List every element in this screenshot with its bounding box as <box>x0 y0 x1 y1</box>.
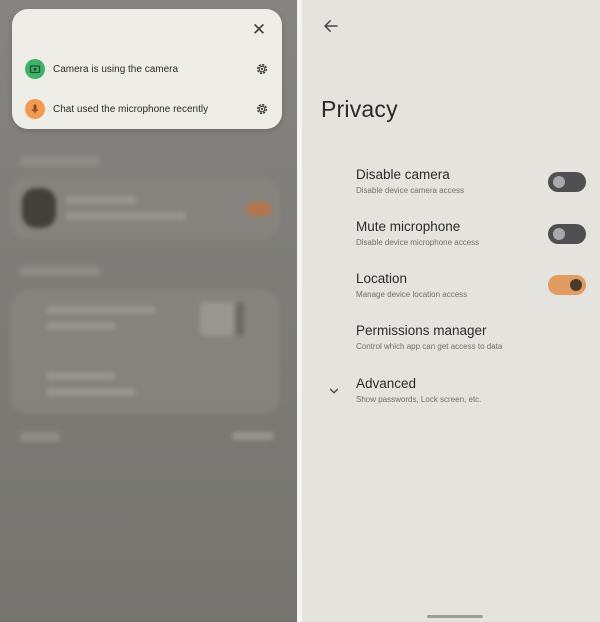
gear-icon[interactable] <box>254 61 270 77</box>
popup-item-text: Chat used the microphone recently <box>53 103 209 115</box>
page-title: Privacy <box>321 96 398 122</box>
toggle-knob <box>570 279 582 291</box>
blurred-line <box>46 306 156 314</box>
popup-item-microphone[interactable]: Chat used the microphone recently <box>25 98 270 120</box>
blurred-thumbnail <box>236 302 244 336</box>
blurred-line <box>46 372 116 380</box>
microphone-icon <box>31 104 39 114</box>
privacy-settings-screen: Privacy Disable camera Disable device ca… <box>302 0 600 622</box>
close-icon[interactable]: ✕ <box>250 21 268 39</box>
blurred-heading <box>20 156 100 166</box>
location-toggle[interactable] <box>548 275 586 295</box>
blurred-line <box>232 432 274 440</box>
blurred-line <box>66 212 186 220</box>
blurred-pill <box>246 202 272 216</box>
toggle-knob <box>553 228 565 240</box>
blurred-line <box>66 196 136 204</box>
camera-badge <box>25 59 45 79</box>
gear-icon[interactable] <box>254 101 270 117</box>
setting-subtitle: Show passwords, Lock screen, etc. <box>356 395 482 404</box>
blurred-avatar <box>22 188 56 228</box>
mute-microphone-toggle[interactable] <box>548 224 586 244</box>
left-phone-screen: ✕ Camera is using the camera Chat used t… <box>0 0 297 622</box>
toggle-knob <box>553 176 565 188</box>
popup-item-camera[interactable]: Camera is using the camera <box>25 58 270 80</box>
blurred-thumbnail <box>200 302 234 336</box>
setting-advanced[interactable]: Advanced Show passwords, Lock screen, et… <box>356 376 596 405</box>
disable-camera-toggle[interactable] <box>548 172 586 192</box>
blurred-line <box>46 322 116 330</box>
setting-permissions-manager[interactable]: Permissions manager Control which app ca… <box>356 323 596 352</box>
back-arrow-icon[interactable] <box>322 17 340 35</box>
popup-item-text: Camera is using the camera <box>53 63 179 75</box>
blurred-heading <box>20 266 100 276</box>
setting-subtitle: Control which app can get access to data <box>356 342 503 351</box>
setting-title: Advanced <box>356 376 417 391</box>
camera-icon <box>29 65 41 74</box>
privacy-indicator-popup: ✕ Camera is using the camera Chat used t… <box>12 9 282 129</box>
home-indicator[interactable] <box>427 615 483 618</box>
microphone-badge <box>25 99 45 119</box>
blurred-line <box>46 388 136 396</box>
blurred-heading <box>20 432 60 442</box>
setting-title: Permissions manager <box>356 323 487 338</box>
chevron-down-icon[interactable] <box>327 384 341 398</box>
